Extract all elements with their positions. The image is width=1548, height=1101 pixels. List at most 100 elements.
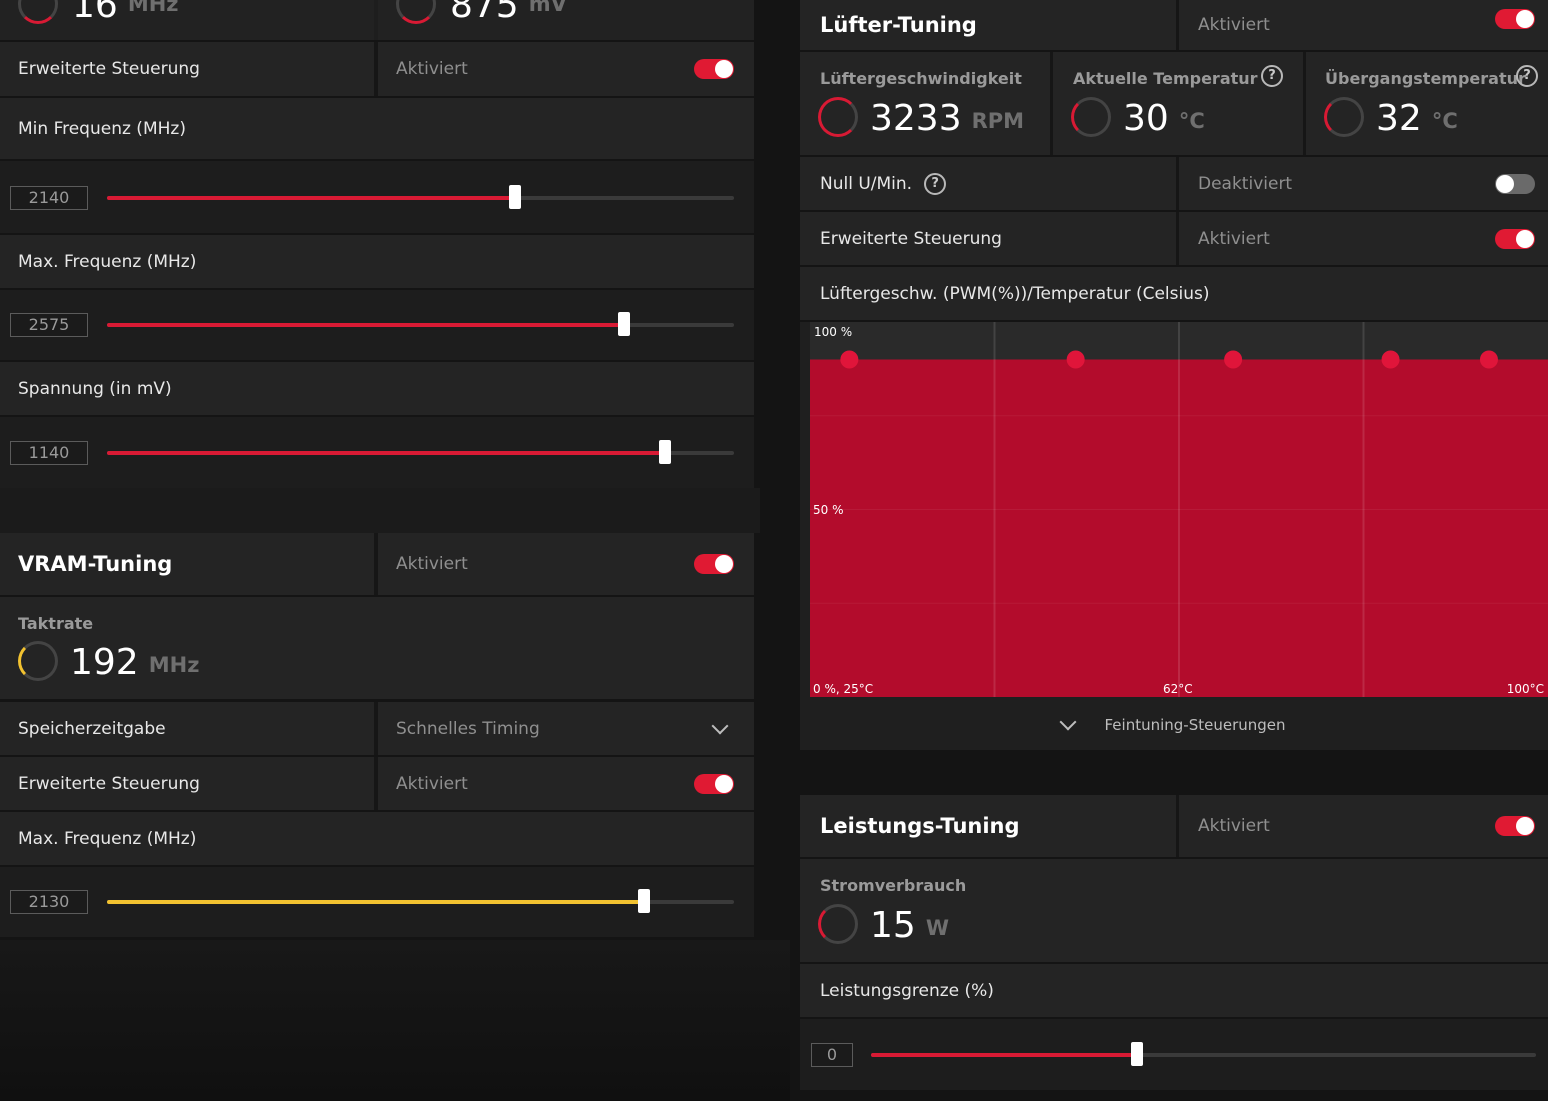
max-freq-label: Max. Frequenz (MHz) (18, 251, 197, 272)
x-axis-min-label: 0 %, 25°C (813, 682, 874, 696)
gpu-freq-value: 16 (72, 0, 118, 26)
vram-advanced-toggle[interactable] (694, 774, 734, 794)
power-usage-label: Stromverbrauch (820, 876, 967, 895)
power-limit-label-row: Leistungsgrenze (%) (800, 964, 1548, 1017)
fine-tuning-toggle[interactable]: Feintuning-Steuerungen (800, 702, 1548, 748)
zero-rpm-label: Null U/Min. (820, 173, 913, 194)
memory-timing-dropdown[interactable]: Schnelles Timing (378, 702, 754, 755)
vram-max-freq-slider[interactable] (107, 889, 734, 913)
power-usage-value: 15 (870, 905, 916, 946)
x-axis-mid-label: 62°C (1163, 682, 1193, 696)
fan-curve-label-row: Lüftergeschw. (PWM(%))/Temperatur (Celsi… (800, 267, 1548, 320)
gpu-advanced-state: Aktiviert (396, 59, 468, 79)
fan-curve-point[interactable] (840, 350, 859, 369)
power-limit-slider-row: 0 (800, 1019, 1548, 1090)
chevron-down-icon (711, 717, 729, 735)
fan-speed-unit: RPM (971, 109, 1025, 133)
chevron-down-icon (1059, 713, 1077, 731)
fan-curve-point[interactable] (1224, 350, 1243, 369)
power-usage-row: Stromverbrauch 15 W (800, 859, 1548, 962)
y-axis-mid-label: 50 % (813, 503, 844, 517)
fan-advanced-toggle[interactable] (1495, 229, 1535, 249)
voltage-input[interactable]: 1140 (10, 441, 88, 465)
vram-advanced-state: Aktiviert (396, 773, 468, 794)
fine-tuning-label: Feintuning-Steuerungen (1104, 716, 1286, 734)
junction-temp-unit: °C (1431, 109, 1458, 133)
fan-advanced-label: Erweiterte Steuerung (820, 228, 1002, 249)
vram-clock-value: 192 (70, 642, 139, 683)
memory-timing-label: Speicherzeitgabe (18, 718, 166, 739)
gpu-advanced-row: Erweiterte Steuerung Aktiviert (0, 42, 754, 96)
fan-curve-svg[interactable] (810, 322, 1548, 697)
slider-thumb[interactable] (1131, 1042, 1143, 1066)
gpu-voltage-value: 875 (450, 0, 519, 26)
vram-state: Aktiviert (396, 554, 468, 574)
power-title: Leistungs-Tuning (820, 814, 1020, 838)
help-icon[interactable]: ? (1261, 65, 1283, 87)
vram-advanced-label: Erweiterte Steuerung (18, 773, 200, 794)
voltage-slider-row: 1140 (0, 417, 754, 488)
gauge-icon (396, 0, 436, 24)
gpu-freq-unit: MHz (127, 0, 179, 16)
gpu-advanced-toggle[interactable] (694, 59, 734, 79)
current-temp-label: Aktuelle Temperatur (1073, 69, 1258, 88)
fan-speed-label: Lüftergeschwindigkeit (820, 69, 1022, 88)
zero-rpm-toggle[interactable] (1495, 174, 1535, 194)
vram-max-freq-input[interactable]: 2130 (10, 890, 88, 914)
fan-advanced-state: Aktiviert (1198, 228, 1270, 249)
current-temp-value: 30 (1123, 98, 1169, 139)
slider-thumb[interactable] (659, 440, 672, 464)
vram-toggle[interactable] (694, 554, 734, 574)
help-icon[interactable]: ? (1516, 65, 1538, 87)
fan-curve-chart[interactable]: 100 % 50 % 0 %, 25°C 62°C 100°C (810, 322, 1548, 697)
gauge-icon (18, 0, 58, 24)
zero-rpm-state: Deaktiviert (1198, 173, 1293, 194)
slider-thumb[interactable] (618, 312, 631, 336)
power-limit-label: Leistungsgrenze (%) (820, 980, 994, 1001)
help-icon[interactable]: ? (924, 172, 947, 195)
fan-state: Aktiviert (1198, 15, 1270, 35)
min-freq-slider[interactable] (107, 185, 734, 209)
vram-title: VRAM-Tuning (18, 552, 173, 576)
gpu-advanced-label: Erweiterte Steuerung (18, 59, 200, 79)
power-header-row: Leistungs-Tuning Aktiviert (800, 795, 1548, 857)
fan-title: Lüfter-Tuning (820, 13, 977, 37)
max-freq-slider-row: 2575 (0, 290, 754, 360)
voltage-slider[interactable] (107, 440, 734, 464)
slider-thumb[interactable] (638, 889, 651, 913)
vram-clock-unit: MHz (148, 653, 200, 677)
voltage-label-row: Spannung (in mV) (0, 362, 754, 415)
slider-thumb[interactable] (508, 185, 521, 209)
max-freq-slider[interactable] (107, 312, 734, 336)
fan-header-row: Lüfter-Tuning Aktiviert (800, 0, 1548, 50)
power-state: Aktiviert (1198, 816, 1270, 836)
power-limit-input[interactable]: 0 (811, 1043, 853, 1067)
current-temp-unit: °C (1178, 109, 1205, 133)
voltage-label: Spannung (in mV) (18, 378, 172, 399)
junction-temp-label: Übergangstemperatur (1325, 69, 1526, 88)
min-freq-label: Min Frequenz (MHz) (18, 118, 186, 139)
fan-metrics-row: Lüftergeschwindigkeit 3233 RPM Aktuelle … (800, 52, 1548, 155)
y-axis-top-label: 100 % (814, 325, 853, 339)
max-freq-input[interactable]: 2575 (10, 313, 88, 337)
memory-timing-value: Schnelles Timing (396, 718, 540, 739)
vram-advanced-row: Erweiterte Steuerung Aktiviert (0, 757, 754, 810)
fan-curve-label: Lüftergeschw. (PWM(%))/Temperatur (Celsi… (820, 283, 1210, 304)
min-freq-slider-row: 2140 (0, 161, 754, 233)
fan-curve-point[interactable] (1066, 350, 1085, 369)
power-limit-slider[interactable] (871, 1042, 1536, 1066)
fan-toggle[interactable] (1495, 9, 1535, 29)
memory-timing-row: Speicherzeitgabe Schnelles Timing (0, 702, 754, 755)
vram-clock-label: Taktrate (18, 614, 94, 633)
fan-curve-point[interactable] (1381, 350, 1400, 369)
gauge-icon (818, 97, 858, 137)
x-axis-max-label: 100°C (1506, 682, 1544, 696)
gauge-icon (18, 641, 58, 681)
min-freq-input[interactable]: 2140 (10, 186, 88, 210)
fan-curve-point[interactable] (1479, 350, 1498, 369)
max-freq-label-row: Max. Frequenz (MHz) (0, 235, 754, 288)
gauge-icon (1071, 97, 1111, 137)
power-toggle[interactable] (1495, 816, 1535, 836)
vram-max-freq-label: Max. Frequenz (MHz) (18, 828, 197, 849)
gauge-icon (1324, 97, 1364, 137)
